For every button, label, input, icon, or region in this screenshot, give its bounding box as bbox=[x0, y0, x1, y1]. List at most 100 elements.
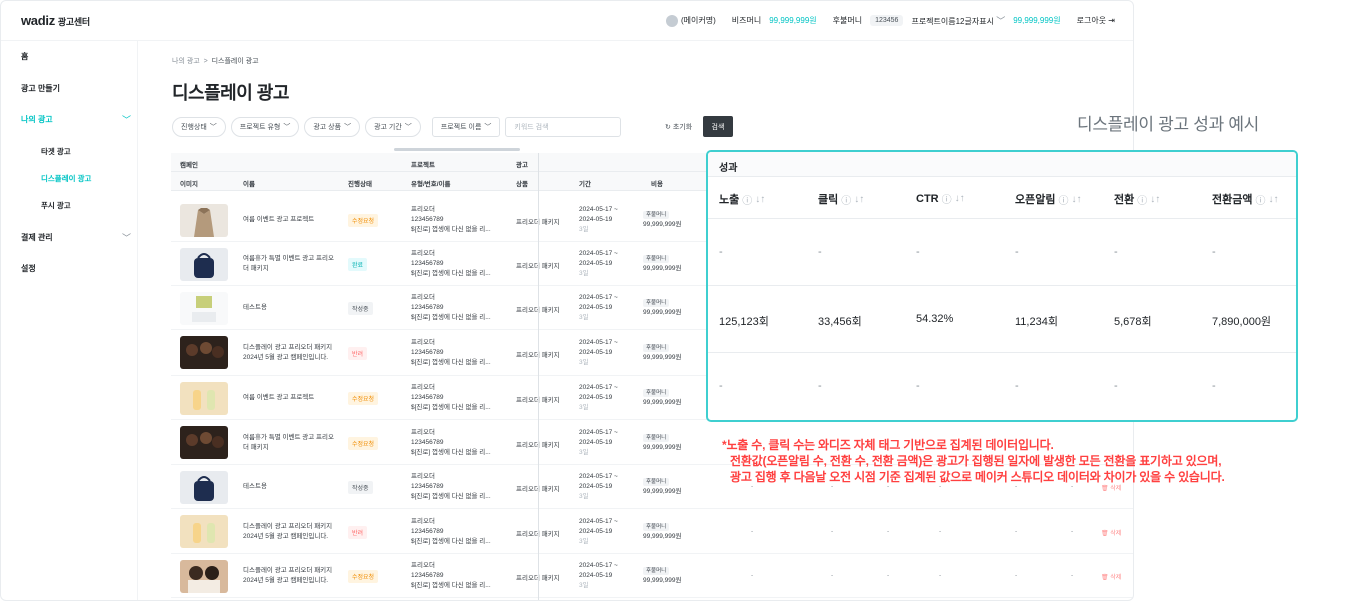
project-info: 프리오더 123456789 $[진로] 껍셍에 다신 없을 리... bbox=[411, 339, 491, 366]
sidebar-item-target-ad[interactable]: 타겟 광고 bbox=[41, 146, 71, 157]
perf-value: - bbox=[1212, 246, 1216, 258]
project-select-label: 프로젝트이름12글자표시 bbox=[911, 17, 994, 26]
breadcrumb-parent[interactable]: 나의 광고 bbox=[172, 58, 200, 65]
help-icon[interactable]: ⓘ bbox=[1058, 192, 1068, 207]
campaign-name[interactable]: 디스플레이 광고 프리오더 패키지 2024년 5월 광고 캠페인입니다. bbox=[243, 566, 338, 586]
sidebar-item-billing[interactable]: 결제 관리 ﹀ bbox=[21, 231, 131, 244]
col-type: 유형/번호/이름 bbox=[411, 181, 451, 188]
horizontal-scrollbar[interactable] bbox=[394, 148, 520, 151]
logo-sub: 광고센터 bbox=[57, 17, 90, 27]
sidebar-item-push-ad[interactable]: 푸시 광고 bbox=[41, 200, 71, 211]
metric-dash: - bbox=[939, 527, 942, 535]
keyword-search-input[interactable]: 키워드 검색 bbox=[505, 117, 622, 137]
ad-period: 2024-05-17 ~2024-05-19 3일 bbox=[579, 473, 618, 500]
filter-status[interactable]: 진행상태 ﹀ bbox=[172, 117, 226, 137]
postmoney-label: 후불머니 bbox=[832, 16, 863, 25]
sidebar: 홈 광고 만들기 나의 광고 ﹀ 타겟 광고 디스플레이 광고 푸시 광고 결제 … bbox=[1, 41, 138, 600]
sidebar-item-label: 홈 bbox=[21, 52, 29, 61]
logo-text: wadiz bbox=[21, 13, 55, 28]
note-line-1: *노출 수, 클릭 수는 와디즈 자체 태그 기반으로 집계된 데이터입니다. bbox=[722, 438, 1054, 452]
campaign-name[interactable]: 테스트용 bbox=[243, 303, 338, 313]
sort-icon[interactable]: ↓↑ bbox=[854, 194, 864, 205]
help-icon[interactable]: ⓘ bbox=[942, 191, 952, 206]
delete-button[interactable]: 🗑 삭제 bbox=[1101, 572, 1121, 581]
campaign-name[interactable]: 테스트용 bbox=[243, 482, 338, 492]
campaign-name[interactable]: 여름 이벤트 광고 프로젝트 bbox=[243, 393, 338, 403]
chevron-down-icon: ﹀ bbox=[484, 124, 492, 131]
sidebar-item-home[interactable]: 홈 bbox=[21, 51, 131, 62]
logout-label: 로그아웃 bbox=[1076, 16, 1107, 25]
ad-period: 2024-05-17 ~2024-05-19 3일 bbox=[579, 384, 618, 411]
help-icon[interactable]: ⓘ bbox=[742, 192, 752, 207]
ad-cost: 후불머니 99,999,999원 bbox=[643, 522, 682, 540]
perf-value: - bbox=[719, 246, 723, 258]
page-title: 디스플레이 광고 bbox=[172, 83, 289, 103]
perf-row: ------ bbox=[708, 353, 1296, 420]
perf-col-header[interactable]: 오픈알림 ⓘ ↓↑ bbox=[1015, 191, 1081, 207]
perf-col-header[interactable]: 전환 ⓘ ↓↑ bbox=[1114, 191, 1160, 207]
perf-value: - bbox=[818, 246, 822, 258]
sort-icon[interactable]: ↓↑ bbox=[1071, 194, 1081, 205]
filter-project-type[interactable]: 프로젝트 유형 ﹀ bbox=[230, 117, 300, 137]
filter-ad-product[interactable]: 광고 상품 ﹀ bbox=[304, 117, 361, 137]
delete-button[interactable]: 🗑 삭제 bbox=[1101, 528, 1121, 537]
project-id-chip: 123456 bbox=[870, 15, 904, 26]
status-badge: 수정요청 bbox=[348, 570, 379, 583]
perf-col-header[interactable]: 클릭 ⓘ ↓↑ bbox=[818, 191, 864, 207]
performance-panel: 성과 노출 ⓘ ↓↑ 클릭 ⓘ ↓↑ CTR ⓘ ↓↑ 오픈알림 ⓘ ↓↑ 전환 ⓘ ↓↑ 전환금액 ⓘ ↓↑ -… bbox=[706, 150, 1298, 422]
perf-value: - bbox=[1212, 380, 1216, 392]
sidebar-item-display-ad[interactable]: 디스플레이 광고 bbox=[41, 173, 91, 184]
project-select[interactable]: 프로젝트이름12글자표시 ﹀ bbox=[911, 14, 1005, 27]
campaign-name[interactable]: 여름휴가 특별 이벤트 광고 프리오더 패키지 bbox=[243, 254, 338, 274]
campaign-thumbnail bbox=[180, 336, 228, 369]
table-row[interactable]: 디스플레이 광고 프리오더 패키지 2024년 5월 광고 캠페인입니다. 반려… bbox=[171, 509, 1133, 554]
perf-row: 125,123회 33,456회 54.32% 11,234회 5,678회 7,890,… bbox=[708, 286, 1296, 353]
sidebar-item-my-ads[interactable]: 나의 광고 ﹀ bbox=[21, 113, 131, 126]
perf-col-header[interactable]: 노출 ⓘ ↓↑ bbox=[719, 191, 765, 207]
metric-dash: - bbox=[1071, 572, 1074, 579]
sort-icon[interactable]: ↓↑ bbox=[755, 194, 765, 205]
filter-project-name[interactable]: 프로젝트 이름 ﹀ bbox=[431, 117, 501, 137]
ad-period: 2024-05-17 ~2024-05-19 3일 bbox=[579, 250, 618, 277]
breadcrumb-separator: > bbox=[203, 58, 208, 65]
status-badge: 수정요청 bbox=[348, 214, 379, 227]
help-icon[interactable]: ⓘ bbox=[1137, 192, 1147, 207]
ad-period: 2024-05-17 ~2024-05-19 3일 bbox=[579, 517, 618, 545]
perf-col-label: 노출 bbox=[719, 194, 740, 206]
project-info: 프리오더 123456789 $[진로] 껍셍에 다신 없을 리... bbox=[411, 384, 491, 411]
maker-info[interactable]: (메이커명) bbox=[666, 14, 716, 27]
trash-icon: 🗑 bbox=[1101, 530, 1109, 537]
chevron-up-icon: ﹀ bbox=[121, 115, 131, 125]
perf-value: - bbox=[1114, 380, 1118, 392]
campaign-name[interactable]: 디스플레이 광고 프리오더 패키지 2024년 5월 광고 캠페인입니다. bbox=[243, 343, 338, 363]
perf-value: - bbox=[916, 246, 920, 258]
sort-icon[interactable]: ↓↑ bbox=[1150, 194, 1160, 205]
filter-bar: 진행상태 ﹀ 프로젝트 유형 ﹀ 광고 상품 ﹀ 광고 기간 ﹀ 프로젝트 이름 ﹀ 키워… bbox=[172, 117, 622, 137]
table-row[interactable]: 디스플레이 광고 프리오더 패키지 2024년 5월 광고 캠페인입니다. 수정… bbox=[171, 554, 1133, 598]
filter-ad-period[interactable]: 광고 기간 ﹀ bbox=[365, 117, 421, 137]
sidebar-item-create[interactable]: 광고 만들기 bbox=[21, 83, 131, 94]
trash-icon: 🗑 bbox=[1101, 575, 1109, 581]
sort-icon[interactable]: ↓↑ bbox=[955, 193, 965, 204]
metric-dash: - bbox=[1015, 527, 1018, 535]
perf-col-header[interactable]: CTR ⓘ ↓↑ bbox=[916, 191, 965, 207]
perf-value: - bbox=[1015, 380, 1019, 392]
campaign-name[interactable]: 디스플레이 광고 프리오더 패키지 2024년 5월 광고 캠페인입니다. bbox=[243, 522, 338, 542]
metric-dash: - bbox=[751, 572, 754, 579]
sidebar-item-label: 설정 bbox=[21, 264, 36, 273]
search-button[interactable]: 검색 bbox=[703, 116, 733, 137]
campaign-name[interactable]: 여름 이벤트 광고 프로젝트 bbox=[243, 215, 338, 225]
campaign-thumbnail bbox=[180, 204, 228, 237]
annotation-title: 디스플레이 광고 성과 예시 bbox=[1077, 115, 1260, 134]
sort-icon[interactable]: ↓↑ bbox=[1268, 194, 1278, 205]
wadiz-logo[interactable]: wadiz 광고센터 bbox=[21, 13, 90, 28]
logout-button[interactable]: 로그아웃 ⇥ bbox=[1077, 15, 1115, 26]
sidebar-item-settings[interactable]: 설정 bbox=[21, 263, 131, 274]
reset-button[interactable]: ↻ 초기화 bbox=[665, 122, 692, 132]
perf-col-header[interactable]: 전환금액 ⓘ ↓↑ bbox=[1212, 191, 1278, 207]
metric-dash: - bbox=[831, 572, 834, 579]
help-icon[interactable]: ⓘ bbox=[1255, 192, 1265, 207]
ad-period: 2024-05-17 ~2024-05-19 3일 bbox=[579, 206, 618, 233]
help-icon[interactable]: ⓘ bbox=[841, 192, 851, 207]
campaign-name[interactable]: 여름휴가 특별 이벤트 광고 프리오더 패키지 bbox=[243, 433, 338, 453]
